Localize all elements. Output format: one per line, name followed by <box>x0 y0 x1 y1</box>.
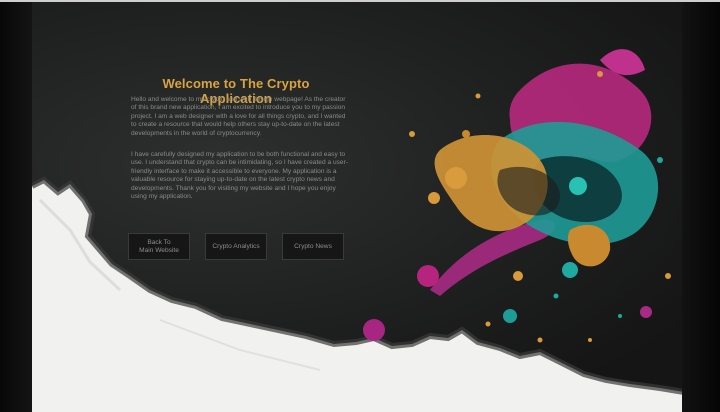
droplet <box>363 319 385 341</box>
droplet <box>640 306 652 318</box>
design-paragraph: I have carefully designed my application… <box>131 151 348 201</box>
droplet <box>475 93 481 99</box>
viewport-edge-top <box>0 0 720 2</box>
crypto-news-button[interactable]: Crypto News <box>282 233 344 260</box>
droplet <box>417 265 439 287</box>
droplet <box>562 262 578 278</box>
droplet <box>409 131 415 137</box>
intro-paragraph: Hello and welcome to my crypto and web d… <box>131 96 346 137</box>
droplet <box>553 293 559 299</box>
back-button-label: Back To Main Website <box>139 238 179 254</box>
droplet <box>513 271 523 281</box>
viewport-edge-left <box>0 0 32 412</box>
news-button-label: Crypto News <box>294 242 332 250</box>
droplet <box>569 177 587 195</box>
back-to-main-website-button[interactable]: Back To Main Website <box>128 233 190 260</box>
magenta-streak <box>430 219 555 296</box>
droplet <box>462 130 470 138</box>
droplet <box>428 192 440 204</box>
analytics-button-label: Crypto Analytics <box>212 242 260 250</box>
droplet <box>597 71 603 77</box>
crypto-analytics-button[interactable]: Crypto Analytics <box>205 233 267 260</box>
viewport-edge-right <box>682 0 720 412</box>
droplet <box>657 157 663 163</box>
droplet <box>537 337 543 343</box>
paint-splash-artwork <box>30 49 685 412</box>
droplet <box>485 321 491 327</box>
droplet <box>588 338 592 342</box>
hero-background <box>0 0 720 412</box>
droplet <box>618 314 622 318</box>
droplet <box>665 273 671 279</box>
droplet <box>445 167 467 189</box>
droplet <box>503 309 517 323</box>
